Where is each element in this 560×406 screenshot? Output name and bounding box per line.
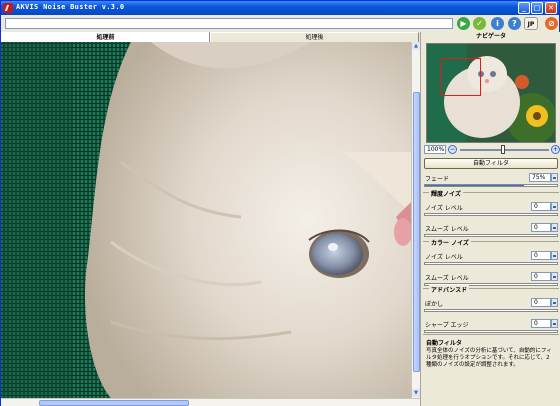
horizontal-scrollbar[interactable] bbox=[1, 398, 420, 406]
help-text: 写真全体のノイズの分析に基づいて、自動的にフィルタ処理を行うオプションです。それ… bbox=[426, 348, 552, 368]
blur-field[interactable]: 0 bbox=[531, 298, 551, 307]
color-noise-level-slider[interactable] bbox=[424, 262, 558, 265]
help-box: 自動フィルタ 写真全体のノイズの分析に基づいて、自動的にフィルタ処理を行うオプシ… bbox=[423, 334, 559, 404]
scroll-down-arrow-icon[interactable]: ▼ bbox=[412, 389, 420, 397]
tab-after[interactable]: 処理後 bbox=[210, 32, 419, 42]
sharpen-edges-slider[interactable] bbox=[424, 330, 558, 333]
close-button[interactable]: ✕ bbox=[545, 2, 557, 14]
zoom-out-icon[interactable]: − bbox=[448, 145, 457, 154]
blur-slider[interactable] bbox=[424, 309, 558, 312]
color-smooth-level-label: スムーズ レベル bbox=[425, 275, 469, 282]
image-viewport[interactable] bbox=[1, 42, 411, 398]
help-title: 自動フィルタ bbox=[426, 340, 462, 347]
scroll-up-arrow-icon[interactable]: ▲ bbox=[412, 42, 420, 50]
sharpen-edges-field[interactable]: 0 bbox=[531, 319, 551, 328]
advanced-title: アドバンスド bbox=[429, 285, 470, 294]
auto-filter-button[interactable]: 自動フィルタ bbox=[424, 158, 558, 169]
settings-panel: ナビゲータ 100% − + 自動フィルタ フェード 75% 輝度ノイズ ノイズ… bbox=[420, 32, 560, 406]
luminance-smooth-level-field[interactable]: 0 bbox=[531, 223, 551, 232]
kitten-photo bbox=[1, 42, 411, 398]
window-title: AKVIS Noise Buster v.3.0 bbox=[16, 3, 125, 11]
sharpen-edges-label: シャープ エッジ bbox=[425, 322, 469, 329]
blur-spin-icon[interactable] bbox=[551, 298, 558, 307]
luminance-smooth-level-label: スムーズ レベル bbox=[425, 226, 469, 233]
horizontal-scroll-thumb[interactable] bbox=[39, 400, 189, 406]
color-noise-level-label: ノイズ レベル bbox=[425, 254, 463, 261]
title-bar: AKVIS Noise Buster v.3.0 _ □ ✕ bbox=[1, 1, 559, 15]
fade-slider[interactable] bbox=[424, 184, 558, 187]
tab-before[interactable]: 処理前 bbox=[1, 32, 210, 42]
luminance-noise-level-field[interactable]: 0 bbox=[531, 202, 551, 211]
fade-slider-fill bbox=[425, 185, 524, 186]
minimize-button[interactable]: _ bbox=[518, 2, 530, 14]
vertical-scroll-thumb[interactable] bbox=[413, 92, 420, 372]
color-noise-title: カラー ノイズ bbox=[429, 238, 471, 247]
luminance-smooth-level-spin-icon[interactable] bbox=[551, 223, 558, 232]
color-noise-level-spin-icon[interactable] bbox=[551, 251, 558, 260]
blur-label: ぼかし bbox=[425, 301, 444, 308]
zoom-level-field[interactable]: 100% bbox=[424, 145, 446, 154]
navigator-preview[interactable] bbox=[426, 43, 556, 143]
luminance-noise-title: 輝度ノイズ bbox=[429, 189, 463, 198]
advanced-group: アドバンスド ぼかし 0 シャープ エッジ 0 bbox=[423, 285, 559, 334]
file-path-field[interactable] bbox=[5, 18, 453, 29]
app-window: AKVIS Noise Buster v.3.0 _ □ ✕ ▶ ✓ i ? J… bbox=[0, 0, 560, 406]
language-button[interactable]: JP bbox=[524, 17, 538, 30]
color-noise-group: カラー ノイズ ノイズ レベル 0 スムーズ レベル 0 bbox=[423, 238, 559, 287]
zoom-in-icon[interactable]: + bbox=[551, 145, 560, 154]
navigator-view-rectangle[interactable] bbox=[441, 58, 481, 96]
vertical-scrollbar[interactable]: ▲ ▼ bbox=[411, 42, 420, 398]
luminance-noise-level-spin-icon[interactable] bbox=[551, 202, 558, 211]
fade-value-field[interactable]: 75% bbox=[529, 173, 551, 182]
info-icon[interactable]: i bbox=[491, 17, 504, 30]
run-icon[interactable]: ▶ bbox=[457, 17, 470, 30]
maximize-button[interactable]: □ bbox=[531, 2, 543, 14]
fade-label: フェード bbox=[425, 176, 450, 183]
zoom-slider-handle[interactable] bbox=[501, 145, 505, 154]
view-tabs: 処理前 処理後 bbox=[1, 32, 419, 42]
luminance-smooth-level-slider[interactable] bbox=[424, 234, 558, 237]
navigator-title: ナビゲータ bbox=[475, 33, 506, 40]
luminance-noise-level-label: ノイズ レベル bbox=[425, 205, 463, 212]
color-smooth-level-spin-icon[interactable] bbox=[551, 272, 558, 281]
akvis-logo-icon bbox=[3, 3, 13, 13]
luminance-noise-level-slider[interactable] bbox=[424, 213, 558, 216]
stop-icon[interactable]: ⊘ bbox=[545, 17, 558, 30]
sharpen-edges-spin-icon[interactable] bbox=[551, 319, 558, 328]
color-noise-level-field[interactable]: 0 bbox=[531, 251, 551, 260]
fade-spin-icon[interactable] bbox=[551, 173, 558, 182]
help-icon[interactable]: ? bbox=[508, 17, 521, 30]
apply-icon[interactable]: ✓ bbox=[473, 17, 486, 30]
color-smooth-level-field[interactable]: 0 bbox=[531, 272, 551, 281]
luminance-noise-group: 輝度ノイズ ノイズ レベル 0 スムーズ レベル 0 bbox=[423, 189, 559, 238]
